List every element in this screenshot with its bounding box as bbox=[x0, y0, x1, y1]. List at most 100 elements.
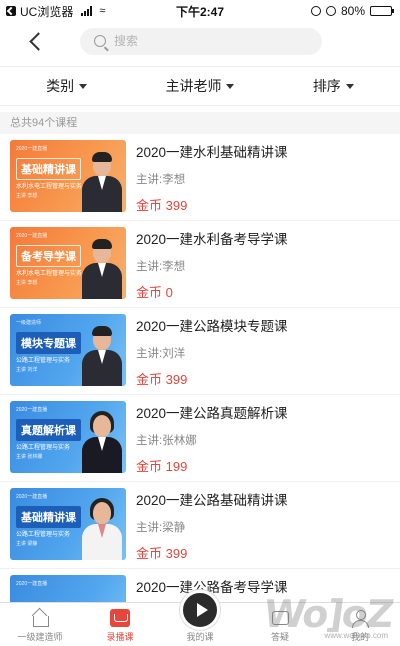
course-title: 2020一建公路基础精讲课 bbox=[136, 493, 288, 508]
thumbnail-tag: 一级建造师 bbox=[16, 320, 42, 326]
course-info: 2020一建公路备考导学课 bbox=[136, 575, 390, 597]
thumbnail-lecturer: 主讲 李想 bbox=[16, 193, 38, 199]
app-screen: UC浏览器 ≈ 下午2:47 80% 类别 主讲老师 排序 bbox=[0, 0, 400, 646]
tab-my-courses-label: 我的课 bbox=[186, 632, 214, 642]
thumbnail-title: 真题解析课 bbox=[16, 419, 81, 441]
thumbnail-title: 基础精讲课 bbox=[16, 158, 81, 180]
thumbnail-subtitle: 公路工程管理与实务 bbox=[16, 358, 71, 364]
lecturer-photo bbox=[82, 411, 122, 473]
course-thumbnail: 2020一建直播 基础精讲课 水利水电工程管理与实务 主讲 李想 bbox=[10, 140, 126, 212]
status-time: 下午2:47 bbox=[175, 4, 225, 19]
course-title: 2020一建公路模块专题课 bbox=[136, 319, 288, 334]
signal-icon bbox=[81, 6, 93, 16]
lecturer-photo bbox=[82, 237, 122, 299]
course-teacher: 主讲:梁静 bbox=[136, 522, 186, 534]
filter-teacher[interactable]: 主讲老师 bbox=[133, 76, 266, 96]
back-button[interactable] bbox=[22, 26, 52, 56]
caret-down-icon bbox=[226, 83, 235, 89]
course-info: 2020一建公路模块专题课 主讲:刘洋 金币 399 bbox=[136, 314, 390, 388]
course-info: 2020一建水利备考导学课 主讲:李想 金币 0 bbox=[136, 227, 390, 301]
tab-qa-label: 答疑 bbox=[270, 632, 289, 642]
course-item[interactable]: 2020一建直播 基础精讲课 公路工程管理与实务 主讲 梁静 2020一建公路基… bbox=[0, 482, 400, 569]
course-teacher: 主讲:李想 bbox=[136, 174, 186, 186]
course-price: 金币 399 bbox=[136, 546, 188, 561]
thumbnail-lecturer: 主讲 梁静 bbox=[16, 541, 38, 547]
course-teacher: 主讲:刘洋 bbox=[136, 348, 186, 360]
course-price: 金币 199 bbox=[136, 459, 188, 474]
bottom-tab-bar: 一级建造师 录播课 我的课 答疑 我的 bbox=[0, 590, 400, 646]
back-to-app-icon[interactable] bbox=[6, 6, 16, 16]
lecturer-photo bbox=[82, 498, 122, 560]
course-info: 2020一建水利基础精讲课 主讲:李想 金币 399 bbox=[136, 140, 390, 214]
status-bar: UC浏览器 ≈ 下午2:47 80% bbox=[0, 0, 400, 22]
tab-qa[interactable]: 答疑 bbox=[240, 602, 320, 646]
wifi-icon: ≈ bbox=[99, 5, 106, 17]
tab-recorded-courses[interactable]: 录播课 bbox=[80, 602, 160, 646]
filter-sort[interactable]: 排序 bbox=[267, 76, 400, 96]
course-thumbnail: 2020一建直播 备考导学课 水利水电工程管理与实务 主讲 李想 bbox=[10, 227, 126, 299]
course-info: 2020一建公路真题解析课 主讲:张林娜 金币 199 bbox=[136, 401, 390, 475]
course-thumbnail: 一级建造师 模块专题课 公路工程管理与实务 主讲 刘洋 bbox=[10, 314, 126, 386]
filter-category-label: 类别 bbox=[46, 78, 75, 94]
caret-down-icon bbox=[79, 83, 88, 89]
book-icon bbox=[110, 609, 130, 627]
course-item[interactable]: 2020一建直播 备考导学课 水利水电工程管理与实务 主讲 李想 2020一建水… bbox=[0, 221, 400, 308]
tab-profile[interactable]: 我的 bbox=[320, 602, 400, 646]
search-input[interactable] bbox=[114, 34, 294, 48]
status-bar-right: 80% bbox=[240, 4, 400, 18]
profile-icon bbox=[350, 609, 370, 628]
thumbnail-tag: 2020一建直播 bbox=[16, 146, 48, 152]
thumbnail-tag: 2020一建直播 bbox=[16, 494, 48, 500]
thumbnail-title: 模块专题课 bbox=[16, 332, 81, 354]
caret-down-icon bbox=[345, 83, 354, 89]
course-teacher: 主讲:张林娜 bbox=[136, 435, 197, 447]
lecturer-photo bbox=[82, 324, 122, 386]
alarm-icon bbox=[325, 6, 336, 16]
tab-home-label: 一级建造师 bbox=[17, 632, 63, 642]
thumbnail-subtitle: 公路工程管理与实务 bbox=[16, 445, 71, 451]
course-item[interactable]: 一级建造师 模块专题课 公路工程管理与实务 主讲 刘洋 2020一建公路模块专题… bbox=[0, 308, 400, 395]
course-info: 2020一建公路基础精讲课 主讲:梁静 金币 399 bbox=[136, 488, 390, 562]
search-icon bbox=[94, 35, 106, 47]
course-item[interactable]: 2020一建直播 真题解析课 公路工程管理与实务 主讲 张林娜 2020一建公路… bbox=[0, 395, 400, 482]
course-price: 金币 399 bbox=[136, 198, 188, 213]
thumbnail-lecturer: 主讲 李想 bbox=[16, 280, 38, 286]
status-app-name[interactable]: UC浏览器 bbox=[20, 3, 73, 20]
navigation-bar bbox=[0, 22, 400, 60]
battery-icon bbox=[370, 6, 394, 16]
course-title: 2020一建水利基础精讲课 bbox=[136, 145, 288, 160]
thumbnail-lecturer: 主讲 刘洋 bbox=[16, 367, 38, 373]
lecturer-photo bbox=[82, 150, 122, 212]
course-total-count: 总共94个课程 bbox=[0, 112, 400, 134]
course-price: 金币 0 bbox=[136, 285, 173, 300]
tab-home[interactable]: 一级建造师 bbox=[0, 602, 80, 646]
thumbnail-title: 备考导学课 bbox=[16, 245, 81, 267]
rotation-lock-icon bbox=[310, 6, 321, 16]
thumbnail-title: 基础精讲课 bbox=[16, 506, 81, 528]
tab-my-courses[interactable]: 我的课 bbox=[160, 590, 240, 646]
thumbnail-subtitle: 水利水电工程管理与实务 bbox=[16, 271, 83, 277]
tab-recorded-courses-label: 录播课 bbox=[106, 632, 134, 642]
qa-icon bbox=[270, 609, 290, 627]
course-list: 2020一建直播 基础精讲课 水利水电工程管理与实务 主讲 李想 2020一建水… bbox=[0, 134, 400, 646]
course-title: 2020一建公路备考导学课 bbox=[136, 580, 288, 595]
filter-category[interactable]: 类别 bbox=[0, 76, 133, 96]
course-title: 2020一建水利备考导学课 bbox=[136, 232, 288, 247]
search-box[interactable] bbox=[80, 27, 322, 55]
course-thumbnail: 2020一建直播 真题解析课 公路工程管理与实务 主讲 张林娜 bbox=[10, 401, 126, 473]
play-icon bbox=[180, 590, 220, 630]
thumbnail-tag: 2020一建直播 bbox=[16, 581, 48, 587]
filter-sort-label: 排序 bbox=[312, 78, 341, 94]
course-item[interactable]: 2020一建直播 基础精讲课 水利水电工程管理与实务 主讲 李想 2020一建水… bbox=[0, 134, 400, 221]
thumbnail-subtitle: 公路工程管理与实务 bbox=[16, 532, 71, 538]
thumbnail-lecturer: 主讲 张林娜 bbox=[16, 454, 43, 460]
course-thumbnail: 2020一建直播 基础精讲课 公路工程管理与实务 主讲 梁静 bbox=[10, 488, 126, 560]
battery-percent: 80% bbox=[340, 4, 365, 18]
status-bar-left: UC浏览器 ≈ bbox=[0, 3, 160, 20]
thumbnail-subtitle: 水利水电工程管理与实务 bbox=[16, 184, 83, 190]
thumbnail-tag: 2020一建直播 bbox=[16, 407, 48, 413]
course-price: 金币 399 bbox=[136, 372, 188, 387]
course-title: 2020一建公路真题解析课 bbox=[136, 406, 288, 421]
filter-teacher-label: 主讲老师 bbox=[165, 78, 222, 94]
filter-bar: 类别 主讲老师 排序 bbox=[0, 66, 400, 106]
